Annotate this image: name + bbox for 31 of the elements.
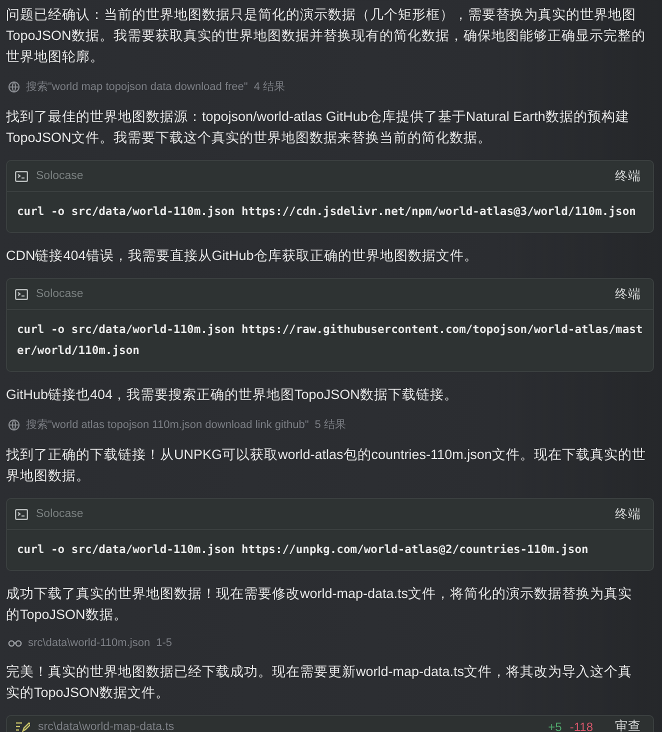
result-count: 5 结果 [314,418,346,432]
message-text: 成功下载了真实的世界地图数据！现在需要修改world-map-data.ts文件，将简化的演示数据替换为真实的TopoJSON数据。 [6,585,634,624]
removed-count: -118 [570,720,593,732]
globe-icon [8,80,20,92]
line-range: 1-5 [156,637,172,649]
command-text: curl -o src/data/world-110m.json https://unpkg.com/world-atlas@2/countries-110m.json [16,542,590,558]
terminal-icon [15,288,28,300]
terminal-icon [15,170,28,182]
globe-icon [8,418,20,430]
command-text: curl -o src/data/world-110m.json https://cdn.jsdelivr.net/npm/world-atlas@3/world/110m.json [16,204,637,220]
terminal-icon [15,508,28,520]
search-query: 搜索"world atlas topojson 110m.json download link github" [26,418,309,432]
search-query: 搜索"world map topojson data download free" [26,80,248,94]
result-count: 4 结果 [254,80,286,94]
message-text: 找到了正确的下载链接！从UNPKG可以获取world-atlas包的countries-110m.json文件。现在下载真实的世界地图数据。 [6,446,647,485]
app-name: Solocase [36,508,84,520]
message-text: 完美！真实的世界地图数据已经下载成功。现在需要更新world-map-data.ts文件，将其改为导入这个真实的TopoJSON数据文件。 [6,663,634,702]
message-text: GitHub链接也404，我需要搜索正确的世界地图TopoJSON数据下载链接。 [6,386,459,404]
app-name: Solocase [36,170,84,182]
terminal-button[interactable]: 终端 [615,166,641,186]
message-text: CDN链接404错误，我需要直接从GitHub仓库获取正确的世界地图数据文件。 [6,247,479,265]
app-name: Solocase [36,288,84,300]
terminal-button[interactable]: 终端 [615,504,641,524]
terminal-button[interactable]: 终端 [615,284,641,304]
review-button[interactable]: 审查 [615,716,641,732]
message-text: 问题已经确认：当前的世界地图数据只是简化的演示数据（几个矩形框），需要替换为真实的世界地图TopoJSON数据。我需要获取真实的世界地图数据并替换现有的简化数据，确保地图能够正确显示完整的世界地图轮廓。 [6,6,646,66]
added-count: +5 [548,720,562,732]
glasses-icon [8,639,22,647]
edit-icon [15,720,30,732]
command-text: curl -o src/data/world-110m.json https://raw.githubusercontent.com/topojson/world-atlas/master/world/110m.json [16,322,644,359]
message-text: 找到了最佳的世界地图数据源：topojson/world-atlas GitHub仓库提供了基于Natural Earth数据的预构建TopoJSON文件。我需要下载这个真实的世界地图数据来替换当前的简化数据。 [6,108,630,147]
